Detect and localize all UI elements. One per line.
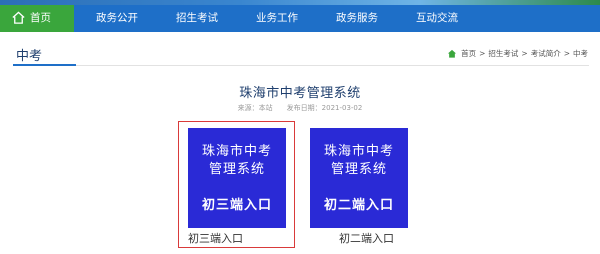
section-title-underline [13,64,76,66]
nav-home-label: 首页 [30,12,51,24]
card-title-line2: 管理系统 [208,162,265,177]
breadcrumb-home[interactable]: 首页 [461,48,476,59]
house-icon [448,49,457,58]
breadcrumb-separator: > [479,49,486,58]
breadcrumb: 首页 > 招生考试 > 考试简介 > 中考 [447,48,588,59]
breadcrumb-exam-intro[interactable]: 考试简介 [531,48,561,59]
grade8-entry-card[interactable]: 珠海市中考 管理系统 初二端入口 [310,128,408,228]
breadcrumb-separator: > [521,49,528,58]
section-title: 中考 [16,49,43,64]
breadcrumb-current: 中考 [573,49,588,58]
article-meta: 来源：本站 发布日期：2021-03-02 [0,103,600,113]
section-divider [13,65,589,66]
card-entry-label: 初二端入口 [323,198,394,213]
article-date: 发布日期：2021-03-02 [286,104,363,112]
nav-item-interaction[interactable]: 互动交流 [407,5,467,32]
grade8-entry-caption[interactable]: 初二端入口 [339,230,394,246]
house-icon [12,11,25,24]
nav-home[interactable]: 首页 [0,5,74,32]
grade9-entry-caption[interactable]: 初三端入口 [188,230,243,246]
breadcrumb-admissions[interactable]: 招生考试 [488,48,518,59]
grade9-entry-card[interactable]: 珠海市中考 管理系统 初三端入口 [188,128,286,228]
card-title-line2: 管理系统 [330,162,387,177]
card-title-line1: 珠海市中考 [201,144,272,159]
article-source: 来源：本站 [237,104,273,112]
nav-item-admissions[interactable]: 招生考试 [167,5,227,32]
nav-item-policy[interactable]: 政务公开 [87,5,147,32]
article-title: 珠海市中考管理系统 [239,86,361,101]
nav-item-work[interactable]: 业务工作 [247,5,307,32]
main-nav: 首页 政务公开 招生考试 业务工作 政务服务 互动交流 [0,5,600,32]
nav-item-services[interactable]: 政务服务 [327,5,387,32]
breadcrumb-separator: > [563,49,570,58]
card-title-line1: 珠海市中考 [323,144,394,159]
card-entry-label: 初三端入口 [201,198,272,213]
